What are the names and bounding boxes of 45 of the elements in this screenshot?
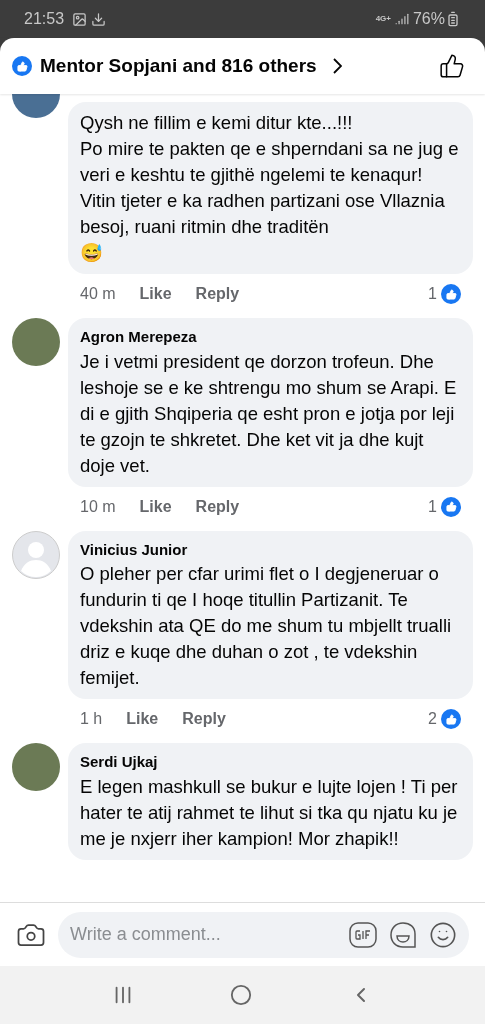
comment-text: 😅 bbox=[80, 241, 104, 265]
reactions-summary-link[interactable]: Mentor Sopjani and 816 others bbox=[40, 51, 317, 81]
gif-icon[interactable] bbox=[349, 921, 377, 948]
avatar-photo-placeholder bbox=[12, 318, 60, 366]
comment-author[interactable]: Serdi Ujkaj bbox=[80, 751, 461, 774]
chevron-right-icon bbox=[332, 58, 342, 74]
like-reaction-icon bbox=[12, 56, 32, 76]
reaction-count: 1 bbox=[428, 284, 437, 304]
network-type: 4G+ bbox=[375, 13, 391, 25]
like-reaction-icon bbox=[441, 709, 461, 729]
download-icon bbox=[91, 11, 107, 27]
comment-time: 40 m bbox=[80, 284, 116, 304]
comment-input-field[interactable]: Write a comment... bbox=[70, 921, 337, 948]
comment-text: E legen mashkull se bukur e lujte lojen ! Ti per hater te atij rahmet te lihut si tka qu njatu ku je me je nxjerr iher kampion! Mor zhapik!! bbox=[80, 774, 459, 851]
comment-text: Qysh ne fillim e kemi ditur kte...!!! bbox=[80, 111, 354, 135]
comment-time: 1 h bbox=[80, 709, 103, 729]
battery-percent: 76% bbox=[412, 9, 445, 29]
reaction-count: 1 bbox=[428, 496, 437, 517]
signal-icon bbox=[394, 12, 409, 26]
avatar-silhouette-icon bbox=[12, 530, 60, 579]
comment-text: Po mire te pakten qe e shperndani sa ne jug e veri e keshtu te gjithë ngelemi te kenaqur! bbox=[80, 137, 460, 187]
reply-link[interactable]: Reply bbox=[195, 494, 240, 519]
like-reaction-icon bbox=[441, 284, 461, 304]
like-link[interactable]: Like bbox=[139, 494, 172, 519]
emoji-icon[interactable] bbox=[429, 920, 457, 949]
sticker-icon[interactable] bbox=[389, 920, 417, 949]
reaction-count: 2 bbox=[428, 709, 437, 729]
like-link[interactable]: Like bbox=[139, 282, 172, 306]
comment-text: Vitin tjeter e ka radhen partizani ose Vllaznia besoj, ruani ritmin dhe traditën bbox=[80, 189, 446, 239]
like-reaction-icon bbox=[441, 496, 461, 517]
comment-time: 10 m bbox=[80, 496, 116, 517]
comment-text: O pleher per cfar urimi flet o I degjeneruar o fundurin ti qe I hoqe titullin Partizanit. Te vdekshin ata QE do me shum tu mbjellt trualli driz e kuqe dhe duhan o zot , te vdekshin femijet. bbox=[80, 562, 453, 690]
like-link[interactable]: Like bbox=[126, 707, 159, 731]
like-button-icon[interactable] bbox=[439, 53, 465, 79]
comment-author[interactable]: Vinicius Junior bbox=[80, 538, 461, 561]
avatar-photo-placeholder bbox=[12, 743, 60, 791]
image-icon bbox=[72, 11, 88, 27]
battery-icon bbox=[445, 11, 461, 27]
reply-link[interactable]: Reply bbox=[182, 707, 226, 731]
comment-composer[interactable]: Write a comment... bbox=[58, 911, 469, 958]
comment-text: Je i vetmi president qe dorzon trofeun. Dhe leshoje se e ke shtrengu mo shum se Arapi. E di e gjith Shqiperia qe esht pron e jotja por leji te gzojn te shkretet. Dhe ket vit ja dhe kujt doje vet. bbox=[80, 349, 458, 478]
home-icon[interactable] bbox=[230, 984, 253, 1006]
comment-author[interactable]: Agron Merepeza bbox=[80, 326, 461, 349]
reply-link[interactable]: Reply bbox=[195, 282, 240, 306]
status-time: 21:53 bbox=[24, 9, 65, 29]
